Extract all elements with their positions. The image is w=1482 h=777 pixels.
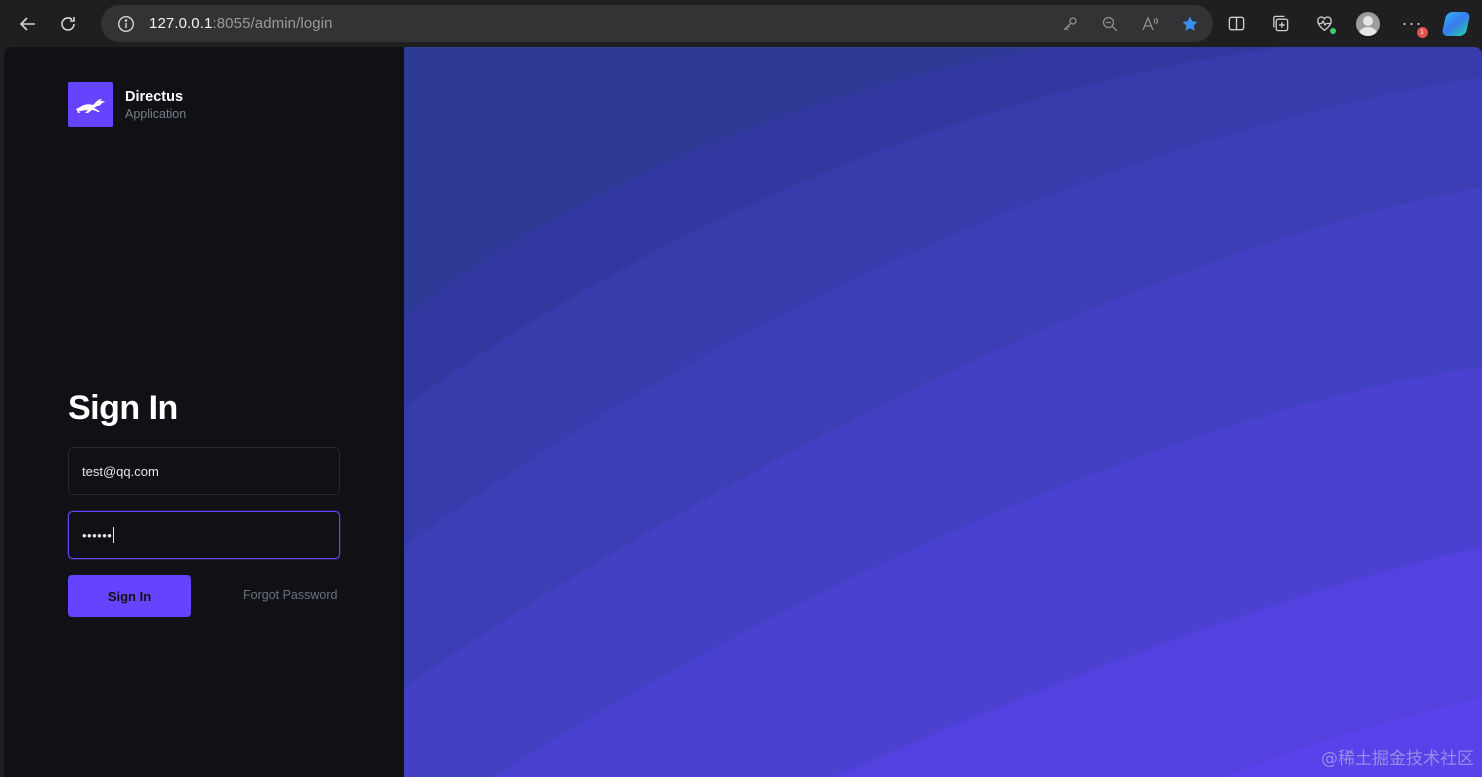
sign-in-button[interactable]: Sign In [68,575,191,617]
address-bar-actions [1059,5,1201,42]
copilot-icon[interactable] [1441,11,1471,36]
password-field[interactable]: •••••• [68,511,340,559]
notification-badge: 1 [1417,26,1428,38]
text-caret [113,527,115,543]
address-bar[interactable]: 127.0.0.1:8055/admin/login [101,5,1213,42]
brand-text: Directus Application [125,88,186,122]
password-input[interactable]: •••••• [82,528,112,543]
back-button[interactable] [8,4,48,44]
wave-background [404,47,1482,777]
login-panel: Directus Application Sign In •••••• Sign… [4,47,404,777]
url-text[interactable]: 127.0.0.1:8055/admin/login [149,15,333,32]
browser-tools: ··· 1 [1224,0,1471,47]
url-host: 127.0.0.1 [149,15,213,32]
browser-toolbar: 127.0.0.1:8055/admin/login ··· 1 [0,0,1482,47]
brand-subtitle: Application [125,106,187,121]
email-field[interactable] [68,447,340,495]
key-icon[interactable] [1059,13,1081,35]
brand-name: Directus [125,88,184,105]
profile-avatar-icon[interactable] [1356,11,1380,36]
status-dot [1330,27,1336,34]
page-title: Sign In [68,389,178,427]
directus-logo-icon [68,82,113,127]
zoom-out-icon[interactable] [1099,13,1121,35]
decorative-background: @稀土掘金技术社区 [404,47,1482,777]
collections-icon[interactable] [1268,12,1292,36]
forgot-password-link[interactable]: Forgot Password [243,588,337,602]
split-screen-icon[interactable] [1224,12,1248,36]
site-info-icon[interactable] [117,15,135,33]
read-aloud-icon[interactable] [1139,13,1161,35]
refresh-icon [61,16,75,31]
refresh-button[interactable] [48,4,88,44]
url-path: :8055/admin/login [212,15,333,32]
email-input[interactable] [82,463,322,479]
favorite-star-icon[interactable] [1179,13,1201,35]
page-viewport: Directus Application Sign In •••••• Sign… [4,47,1482,777]
watermark: @稀土掘金技术社区 [1321,749,1474,769]
browser-essentials-icon[interactable] [1312,12,1336,36]
brand: Directus Application [68,82,186,127]
arrow-left-icon [19,16,35,31]
more-options-icon[interactable]: ··· 1 [1400,12,1428,38]
